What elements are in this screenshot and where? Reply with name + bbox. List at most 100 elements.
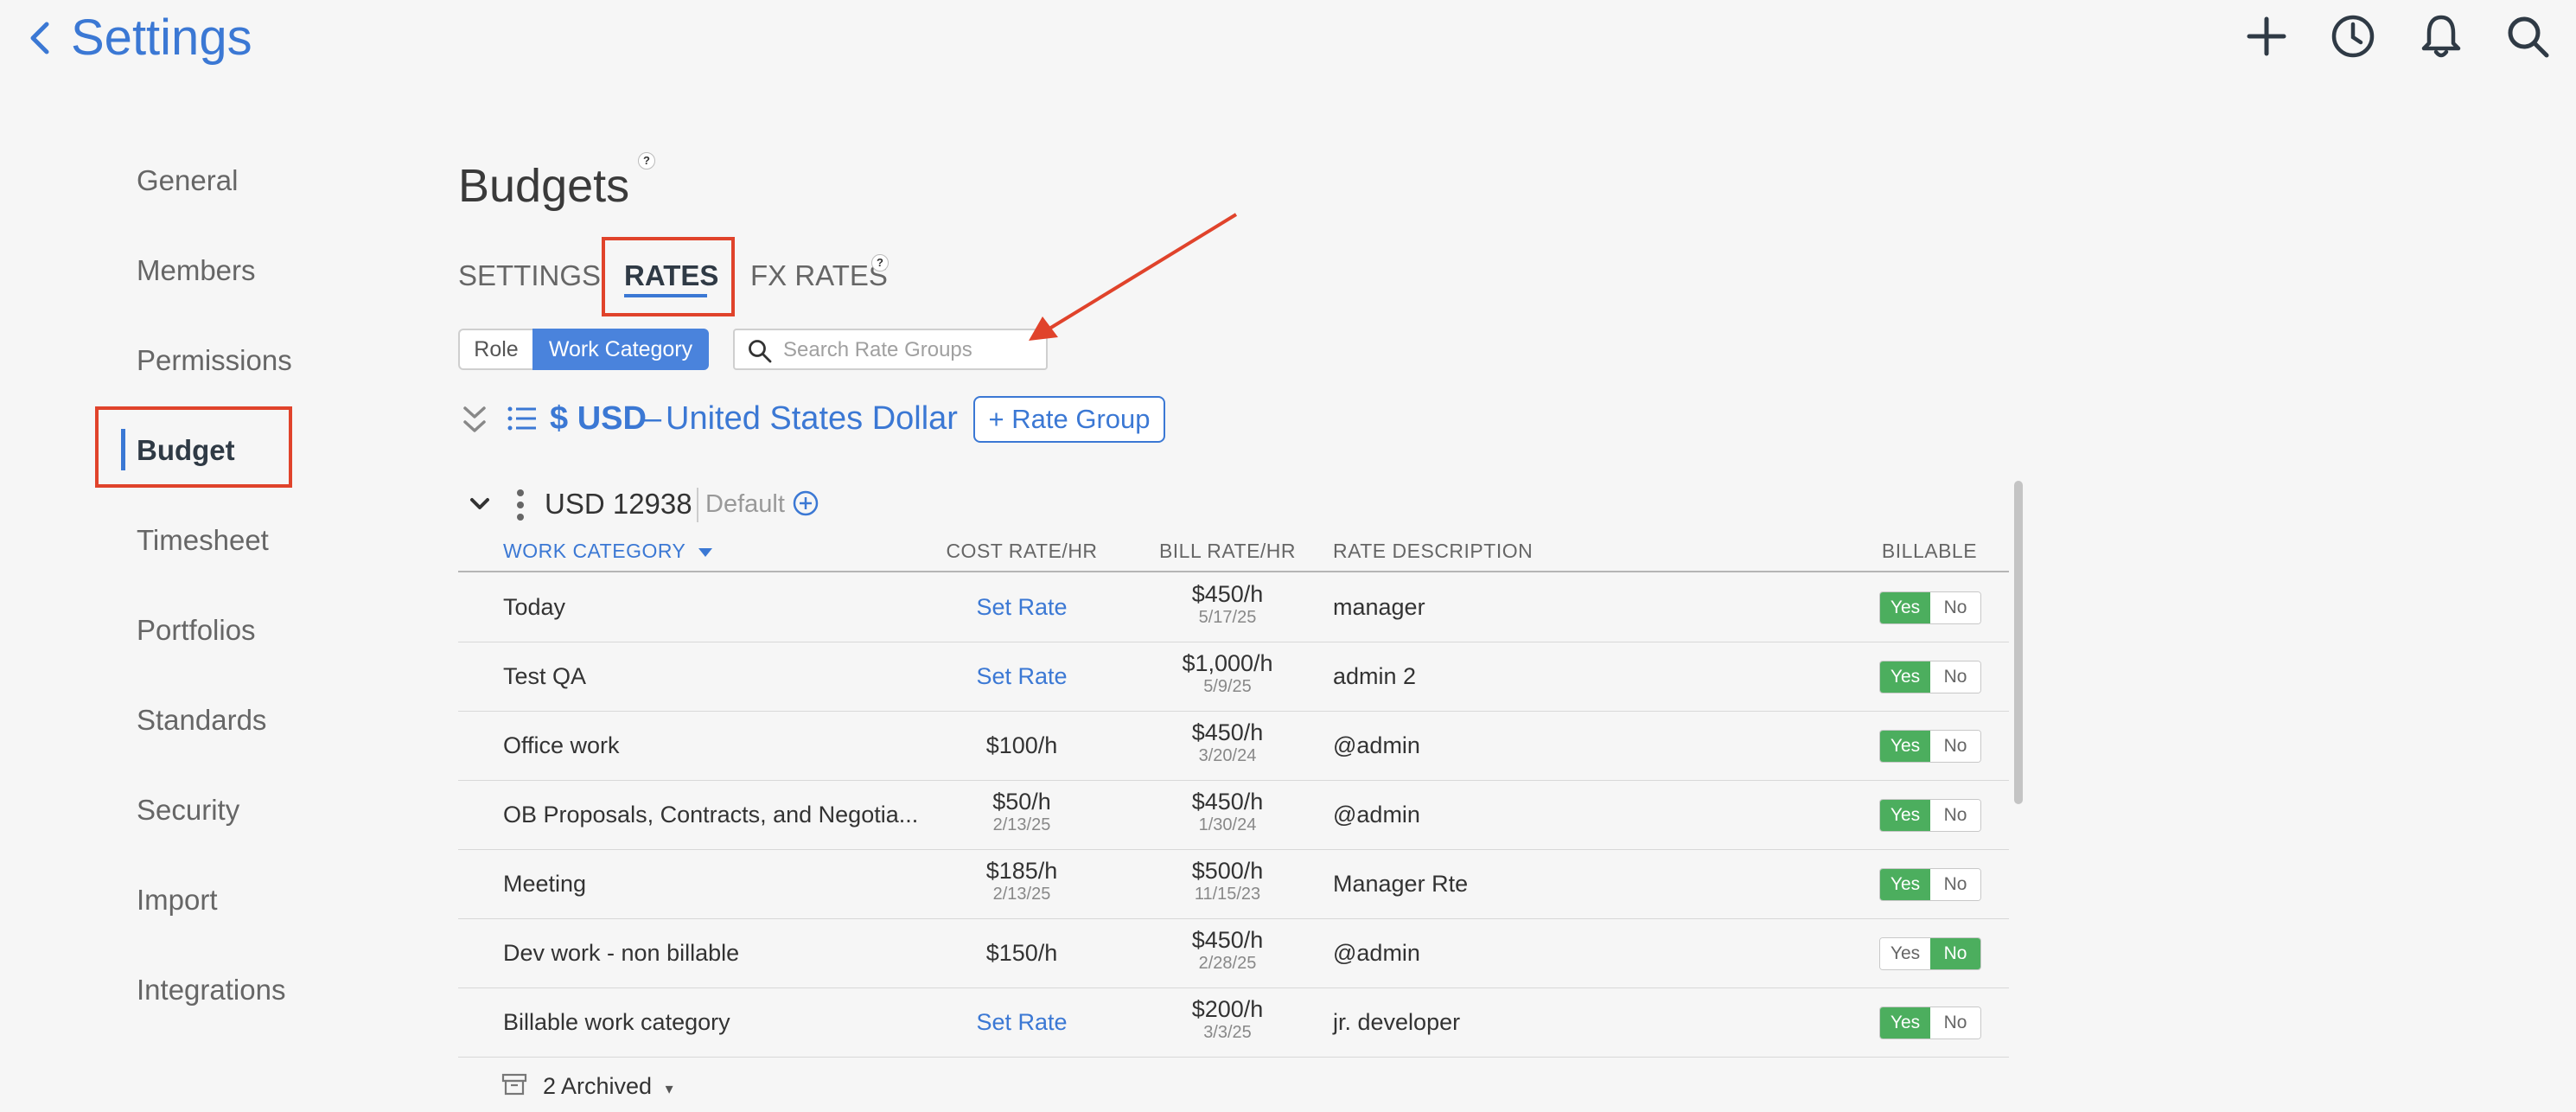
rate-group-name[interactable]: USD 12938 bbox=[545, 484, 692, 524]
column-header-label: WORK CATEGORY bbox=[503, 540, 685, 562]
search-input[interactable] bbox=[781, 334, 1036, 367]
cost-rate-cell[interactable]: $150/h bbox=[935, 918, 1108, 987]
fx-help-icon[interactable]: ? bbox=[871, 254, 889, 272]
billable-yes-button[interactable]: Yes bbox=[1880, 938, 1930, 969]
sidebar-item-timesheet[interactable]: Timesheet bbox=[137, 519, 269, 562]
column-header-cost-rate[interactable]: COST RATE/HR bbox=[935, 536, 1108, 566]
toggle-role[interactable]: Role bbox=[458, 329, 534, 370]
add-circle-icon[interactable] bbox=[792, 489, 819, 517]
billable-toggle[interactable]: Yes No bbox=[1879, 799, 1981, 832]
page-header-title[interactable]: Settings bbox=[71, 3, 252, 73]
clock-icon[interactable] bbox=[2329, 12, 2377, 61]
sidebar-item-permissions[interactable]: Permissions bbox=[137, 339, 292, 382]
set-rate-link[interactable]: Set Rate bbox=[976, 1009, 1067, 1035]
billable-toggle[interactable]: Yes No bbox=[1879, 591, 1981, 624]
billable-no-button[interactable]: No bbox=[1930, 869, 1980, 900]
bill-rate-cell[interactable]: $200/h 3/3/25 bbox=[1141, 987, 1314, 1057]
work-category-name[interactable]: Dev work - non billable bbox=[503, 918, 739, 987]
billable-yes-button[interactable]: Yes bbox=[1880, 661, 1930, 693]
work-category-name[interactable]: Today bbox=[503, 572, 565, 642]
billable-toggle[interactable]: Yes No bbox=[1879, 730, 1981, 763]
bill-rate-value: $450/h bbox=[1191, 581, 1264, 607]
rate-description[interactable]: Manager Rte bbox=[1333, 849, 1468, 918]
billable-yes-button[interactable]: Yes bbox=[1880, 800, 1930, 831]
toggle-work-category[interactable]: Work Category bbox=[532, 329, 709, 370]
bell-icon[interactable] bbox=[2417, 12, 2465, 61]
work-category-name[interactable]: Billable work category bbox=[503, 987, 730, 1057]
sidebar-item-standards[interactable]: Standards bbox=[137, 699, 266, 742]
search-icon[interactable] bbox=[2503, 12, 2552, 61]
sidebar-item-general[interactable]: General bbox=[137, 159, 238, 202]
archive-icon bbox=[501, 1073, 527, 1096]
kebab-menu-icon[interactable] bbox=[515, 488, 526, 522]
tab-fx-rates[interactable]: FX RATES bbox=[750, 254, 888, 297]
rate-description[interactable]: jr. developer bbox=[1333, 987, 1460, 1057]
column-header-bill-rate[interactable]: BILL RATE/HR bbox=[1141, 536, 1314, 566]
cost-rate-date: 2/13/25 bbox=[992, 885, 1051, 904]
cost-rate-cell[interactable]: $185/h 2/13/25 bbox=[935, 849, 1108, 918]
tab-rates[interactable]: RATES bbox=[624, 254, 718, 297]
add-rate-group-button[interactable]: + Rate Group bbox=[973, 396, 1165, 443]
chevron-down-icon[interactable] bbox=[469, 495, 491, 514]
billable-no-button[interactable]: No bbox=[1930, 938, 1980, 969]
column-header-work-category[interactable]: WORK CATEGORY bbox=[503, 536, 712, 566]
currency-name[interactable]: United States Dollar bbox=[666, 394, 958, 443]
bill-rate-cell[interactable]: $450/h 1/30/24 bbox=[1141, 780, 1314, 849]
billable-no-button[interactable]: No bbox=[1930, 1007, 1980, 1039]
sidebar-item-portfolios[interactable]: Portfolios bbox=[137, 609, 256, 652]
sidebar-item-integrations[interactable]: Integrations bbox=[137, 968, 285, 1012]
bill-rate-cell[interactable]: $1,000/h 5/9/25 bbox=[1141, 642, 1314, 711]
rate-description[interactable]: manager bbox=[1333, 572, 1425, 642]
set-rate-link[interactable]: Set Rate bbox=[976, 663, 1067, 689]
billable-no-button[interactable]: No bbox=[1930, 800, 1980, 831]
billable-yes-button[interactable]: Yes bbox=[1880, 592, 1930, 623]
rate-description[interactable]: @admin bbox=[1333, 780, 1420, 849]
table-scrollbar[interactable] bbox=[2014, 481, 2023, 804]
billable-no-button[interactable]: No bbox=[1930, 731, 1980, 762]
help-icon[interactable]: ? bbox=[638, 152, 655, 169]
search-rate-groups[interactable] bbox=[733, 329, 1048, 370]
back-chevron-icon[interactable] bbox=[28, 19, 52, 57]
sidebar-item-members[interactable]: Members bbox=[137, 249, 256, 292]
work-category-name[interactable]: Office work bbox=[503, 711, 620, 780]
work-category-name[interactable]: OB Proposals, Contracts, and Negotia... bbox=[503, 780, 918, 849]
collapse-all-icon[interactable] bbox=[460, 403, 489, 438]
billable-toggle[interactable]: Yes No bbox=[1879, 868, 1981, 901]
search-icon bbox=[749, 340, 772, 363]
sidebar-item-security[interactable]: Security bbox=[137, 789, 239, 832]
billable-toggle[interactable]: Yes No bbox=[1879, 1007, 1981, 1039]
work-category-name[interactable]: Test QA bbox=[503, 642, 586, 711]
rate-description[interactable]: @admin bbox=[1333, 711, 1420, 780]
bill-rate-cell[interactable]: $500/h 11/15/23 bbox=[1141, 849, 1314, 918]
rate-description[interactable]: admin 2 bbox=[1333, 642, 1416, 711]
sidebar-item-budget[interactable]: Budget bbox=[137, 429, 235, 472]
billable-toggle[interactable]: Yes No bbox=[1879, 937, 1981, 970]
billable-yes-button[interactable]: Yes bbox=[1880, 869, 1930, 900]
bill-rate-cell[interactable]: $450/h 3/20/24 bbox=[1141, 711, 1314, 780]
bill-rate-cell[interactable]: $450/h 5/17/25 bbox=[1141, 572, 1314, 642]
tab-settings[interactable]: SETTINGS bbox=[458, 254, 601, 297]
cost-rate-cell[interactable]: $50/h 2/13/25 bbox=[935, 780, 1108, 849]
work-category-name[interactable]: Meeting bbox=[503, 849, 586, 918]
bill-rate-cell[interactable]: $450/h 2/28/25 bbox=[1141, 918, 1314, 987]
archived-label: 2 Archived bbox=[543, 1073, 653, 1099]
list-icon[interactable] bbox=[507, 405, 538, 432]
sidebar-item-import[interactable]: Import bbox=[137, 879, 218, 922]
billable-yes-button[interactable]: Yes bbox=[1880, 1007, 1930, 1039]
bill-rate-value: $450/h bbox=[1191, 789, 1264, 815]
divider bbox=[697, 488, 698, 522]
cost-rate-cell: Set Rate bbox=[935, 642, 1108, 711]
column-header-billable[interactable]: BILLABLE bbox=[1879, 536, 1980, 566]
rate-description[interactable]: @admin bbox=[1333, 918, 1420, 987]
page-title: Budgets bbox=[458, 160, 630, 212]
billable-toggle[interactable]: Yes No bbox=[1879, 661, 1981, 693]
billable-yes-button[interactable]: Yes bbox=[1880, 731, 1930, 762]
billable-no-button[interactable]: No bbox=[1930, 661, 1980, 693]
column-header-rate-description[interactable]: RATE DESCRIPTION bbox=[1333, 536, 1533, 566]
plus-icon[interactable] bbox=[2242, 12, 2291, 61]
bill-rate-date: 5/17/25 bbox=[1198, 608, 1257, 627]
billable-no-button[interactable]: No bbox=[1930, 592, 1980, 623]
cost-rate-cell[interactable]: $100/h bbox=[935, 711, 1108, 780]
set-rate-link[interactable]: Set Rate bbox=[976, 594, 1067, 620]
archived-toggle[interactable]: 2 Archived ▾ bbox=[543, 1069, 673, 1106]
